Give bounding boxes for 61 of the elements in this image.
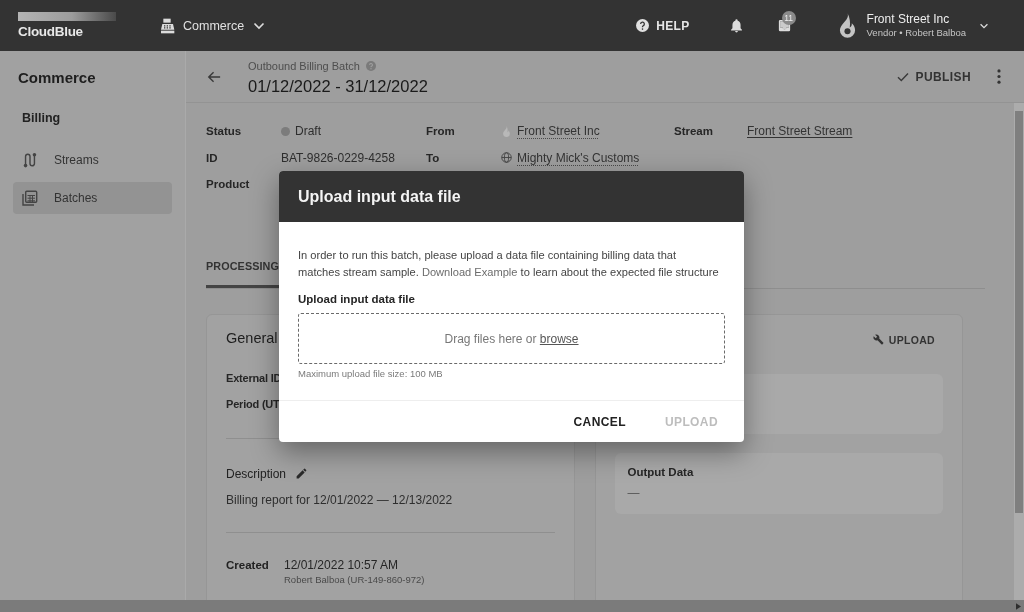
field-value: BAT-9826-0229-4258 bbox=[281, 150, 395, 165]
streams-icon bbox=[22, 152, 38, 168]
created-label: Created bbox=[226, 557, 270, 573]
status-text: Draft bbox=[295, 124, 321, 139]
section-heading: Billing bbox=[22, 110, 61, 127]
file-dropzone[interactable]: Drag files here or browse bbox=[298, 313, 725, 364]
cash-register-icon bbox=[160, 17, 176, 34]
field-label: Upload input data file bbox=[298, 292, 415, 306]
field-label: Period (UT bbox=[226, 396, 280, 412]
help-icon bbox=[636, 19, 650, 32]
field-label: ID bbox=[206, 151, 218, 164]
field-label: Stream bbox=[674, 125, 713, 138]
page-overline: Outbound Billing Batch bbox=[248, 58, 360, 73]
description-text: Billing report for 12/01/2022 — 12/13/2022 bbox=[226, 491, 453, 509]
account-name: Front Street Inc bbox=[866, 12, 950, 26]
scroll-right-icon[interactable] bbox=[1016, 602, 1021, 610]
upload-button[interactable]: UPLOAD bbox=[872, 333, 935, 346]
module-switcher[interactable]: Commerce bbox=[160, 17, 267, 34]
created-date: 12/01/2022 10:57 AM bbox=[284, 556, 399, 574]
bell-icon[interactable] bbox=[728, 18, 744, 33]
customer-link[interactable]: Mighty Mick's Customs bbox=[517, 150, 640, 165]
page-title: 01/12/2022 - 31/12/2022 bbox=[248, 75, 428, 97]
batches-icon bbox=[22, 190, 38, 206]
field-label: Product bbox=[206, 178, 250, 191]
download-example-link[interactable]: Download Example bbox=[421, 266, 518, 278]
help-button[interactable]: HELP bbox=[636, 18, 690, 33]
dialog-title: Upload input data file bbox=[298, 187, 461, 206]
flame-icon bbox=[501, 125, 512, 137]
dialog-button[interactable]: CANCEL bbox=[565, 406, 634, 437]
account-role: Vendor • Robert Balboa bbox=[866, 27, 966, 39]
logo-text: CloudBlue bbox=[18, 24, 83, 39]
field-label: From bbox=[426, 125, 455, 138]
field-label: Status bbox=[206, 125, 242, 138]
panel-title: Output Data bbox=[627, 464, 694, 479]
wrench-icon bbox=[872, 334, 884, 345]
sidebar-item[interactable]: Batches bbox=[13, 182, 172, 214]
panel-value: — bbox=[627, 485, 640, 500]
field-label: To bbox=[426, 151, 440, 164]
vertical-scrollbar[interactable] bbox=[1014, 103, 1024, 600]
status-dot-icon bbox=[281, 126, 290, 136]
card-title: General bbox=[226, 328, 278, 348]
notification-badge: 11 bbox=[781, 11, 796, 25]
check-icon bbox=[896, 70, 909, 83]
pencil-icon[interactable] bbox=[295, 467, 309, 480]
account-link[interactable]: Front Street Inc bbox=[517, 124, 600, 139]
description-label: Description bbox=[226, 466, 287, 481]
sidebar-title: Commerce bbox=[17, 67, 96, 88]
sidebar-item[interactable]: Streams bbox=[13, 144, 172, 176]
upload-hint: Maximum upload file size: 100 MB bbox=[298, 368, 443, 380]
back-arrow-icon[interactable] bbox=[207, 69, 221, 84]
publish-button[interactable]: PUBLISH bbox=[896, 69, 971, 84]
globe-icon bbox=[501, 152, 512, 164]
dropzone-text: Drag files here or browse bbox=[444, 331, 579, 346]
stream-link[interactable]: Front Street Stream bbox=[747, 124, 853, 139]
created-by: Robert Balboa (UR-149-860-972) bbox=[284, 573, 425, 586]
dialog-message: In order to run this batch, please upload a data file containing billing data that matches stream sample. Download Example to learn about the expected file structure bbox=[298, 248, 719, 280]
horizontal-scrollbar[interactable] bbox=[0, 600, 1024, 612]
browse-link[interactable]: browse bbox=[539, 331, 579, 346]
more-icon[interactable] bbox=[997, 69, 1001, 84]
flame-logo-icon[interactable] bbox=[837, 13, 857, 38]
scrollbar-thumb[interactable] bbox=[1015, 111, 1023, 513]
